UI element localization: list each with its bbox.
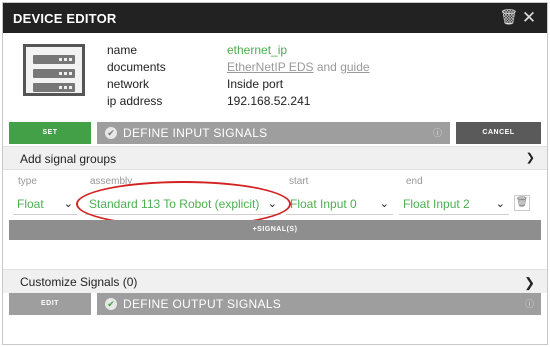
edit-button[interactable]: EDIT [9,293,91,315]
check-icon: ✔ [105,298,117,310]
set-button[interactable]: SET [9,122,91,144]
end-select[interactable]: Float Input 2 ⌄ [399,193,509,215]
chevron-down-icon: ❯ [525,152,535,164]
type-select[interactable]: Float ⌄ [13,193,77,215]
column-start-label: start [289,176,309,187]
assembly-select[interactable]: Standard 113 To Robot (explicit) ⌄ [85,193,281,215]
customize-signals-header[interactable]: Customize Signals (0) ❯ [3,269,547,293]
chevron-right-icon: ❯ [524,275,535,290]
chevron-down-icon: ⌄ [379,198,389,210]
trash-icon[interactable]: 🗑 [499,8,519,28]
cancel-button[interactable]: CANCEL [456,122,541,144]
info-icon[interactable]: ⓘ [525,293,534,315]
guide-link[interactable]: guide [340,60,369,74]
start-select[interactable]: Float Input 0 ⌄ [286,193,393,215]
info-icon[interactable]: ⓘ [433,122,442,144]
delete-row-trash-icon[interactable]: 🗑 [514,195,530,211]
chevron-down-icon: ⌄ [495,198,505,210]
device-info: name ethernet_ip documents EtherNetIP ED… [3,33,547,121]
output-section-bar: EDIT ✔ DEFINE OUTPUT SIGNALS ⓘ [3,293,547,315]
device-name-value: ethernet_ip [227,43,288,57]
output-section-header[interactable]: ✔ DEFINE OUTPUT SIGNALS ⓘ [97,293,541,315]
dialog-title: DEVICE EDITOR [13,11,117,26]
chevron-down-icon: ⌄ [63,198,73,210]
input-section-header[interactable]: ✔ DEFINE INPUT SIGNALS ⓘ [97,122,450,144]
eds-link[interactable]: EtherNetIP EDS [227,60,313,74]
column-type-label: type [18,176,37,187]
close-icon[interactable]: ✕ [519,8,539,28]
titlebar: DEVICE EDITOR 🗑 ✕ [3,3,547,33]
input-section-bar: SET ✔ DEFINE INPUT SIGNALS ⓘ CANCEL [3,122,547,144]
add-signal-button[interactable]: +SIGNAL(S) [9,220,541,240]
device-editor-dialog: DEVICE EDITOR 🗑 ✕ name ethernet_ip docum… [2,2,548,345]
chevron-down-icon: ⌄ [267,198,277,210]
check-icon: ✔ [105,127,117,139]
server-icon [23,44,85,96]
column-end-label: end [406,176,423,187]
signal-groups-header[interactable]: Add signal groups ❯ [3,146,547,170]
column-assembly-label: assembly [90,176,133,187]
